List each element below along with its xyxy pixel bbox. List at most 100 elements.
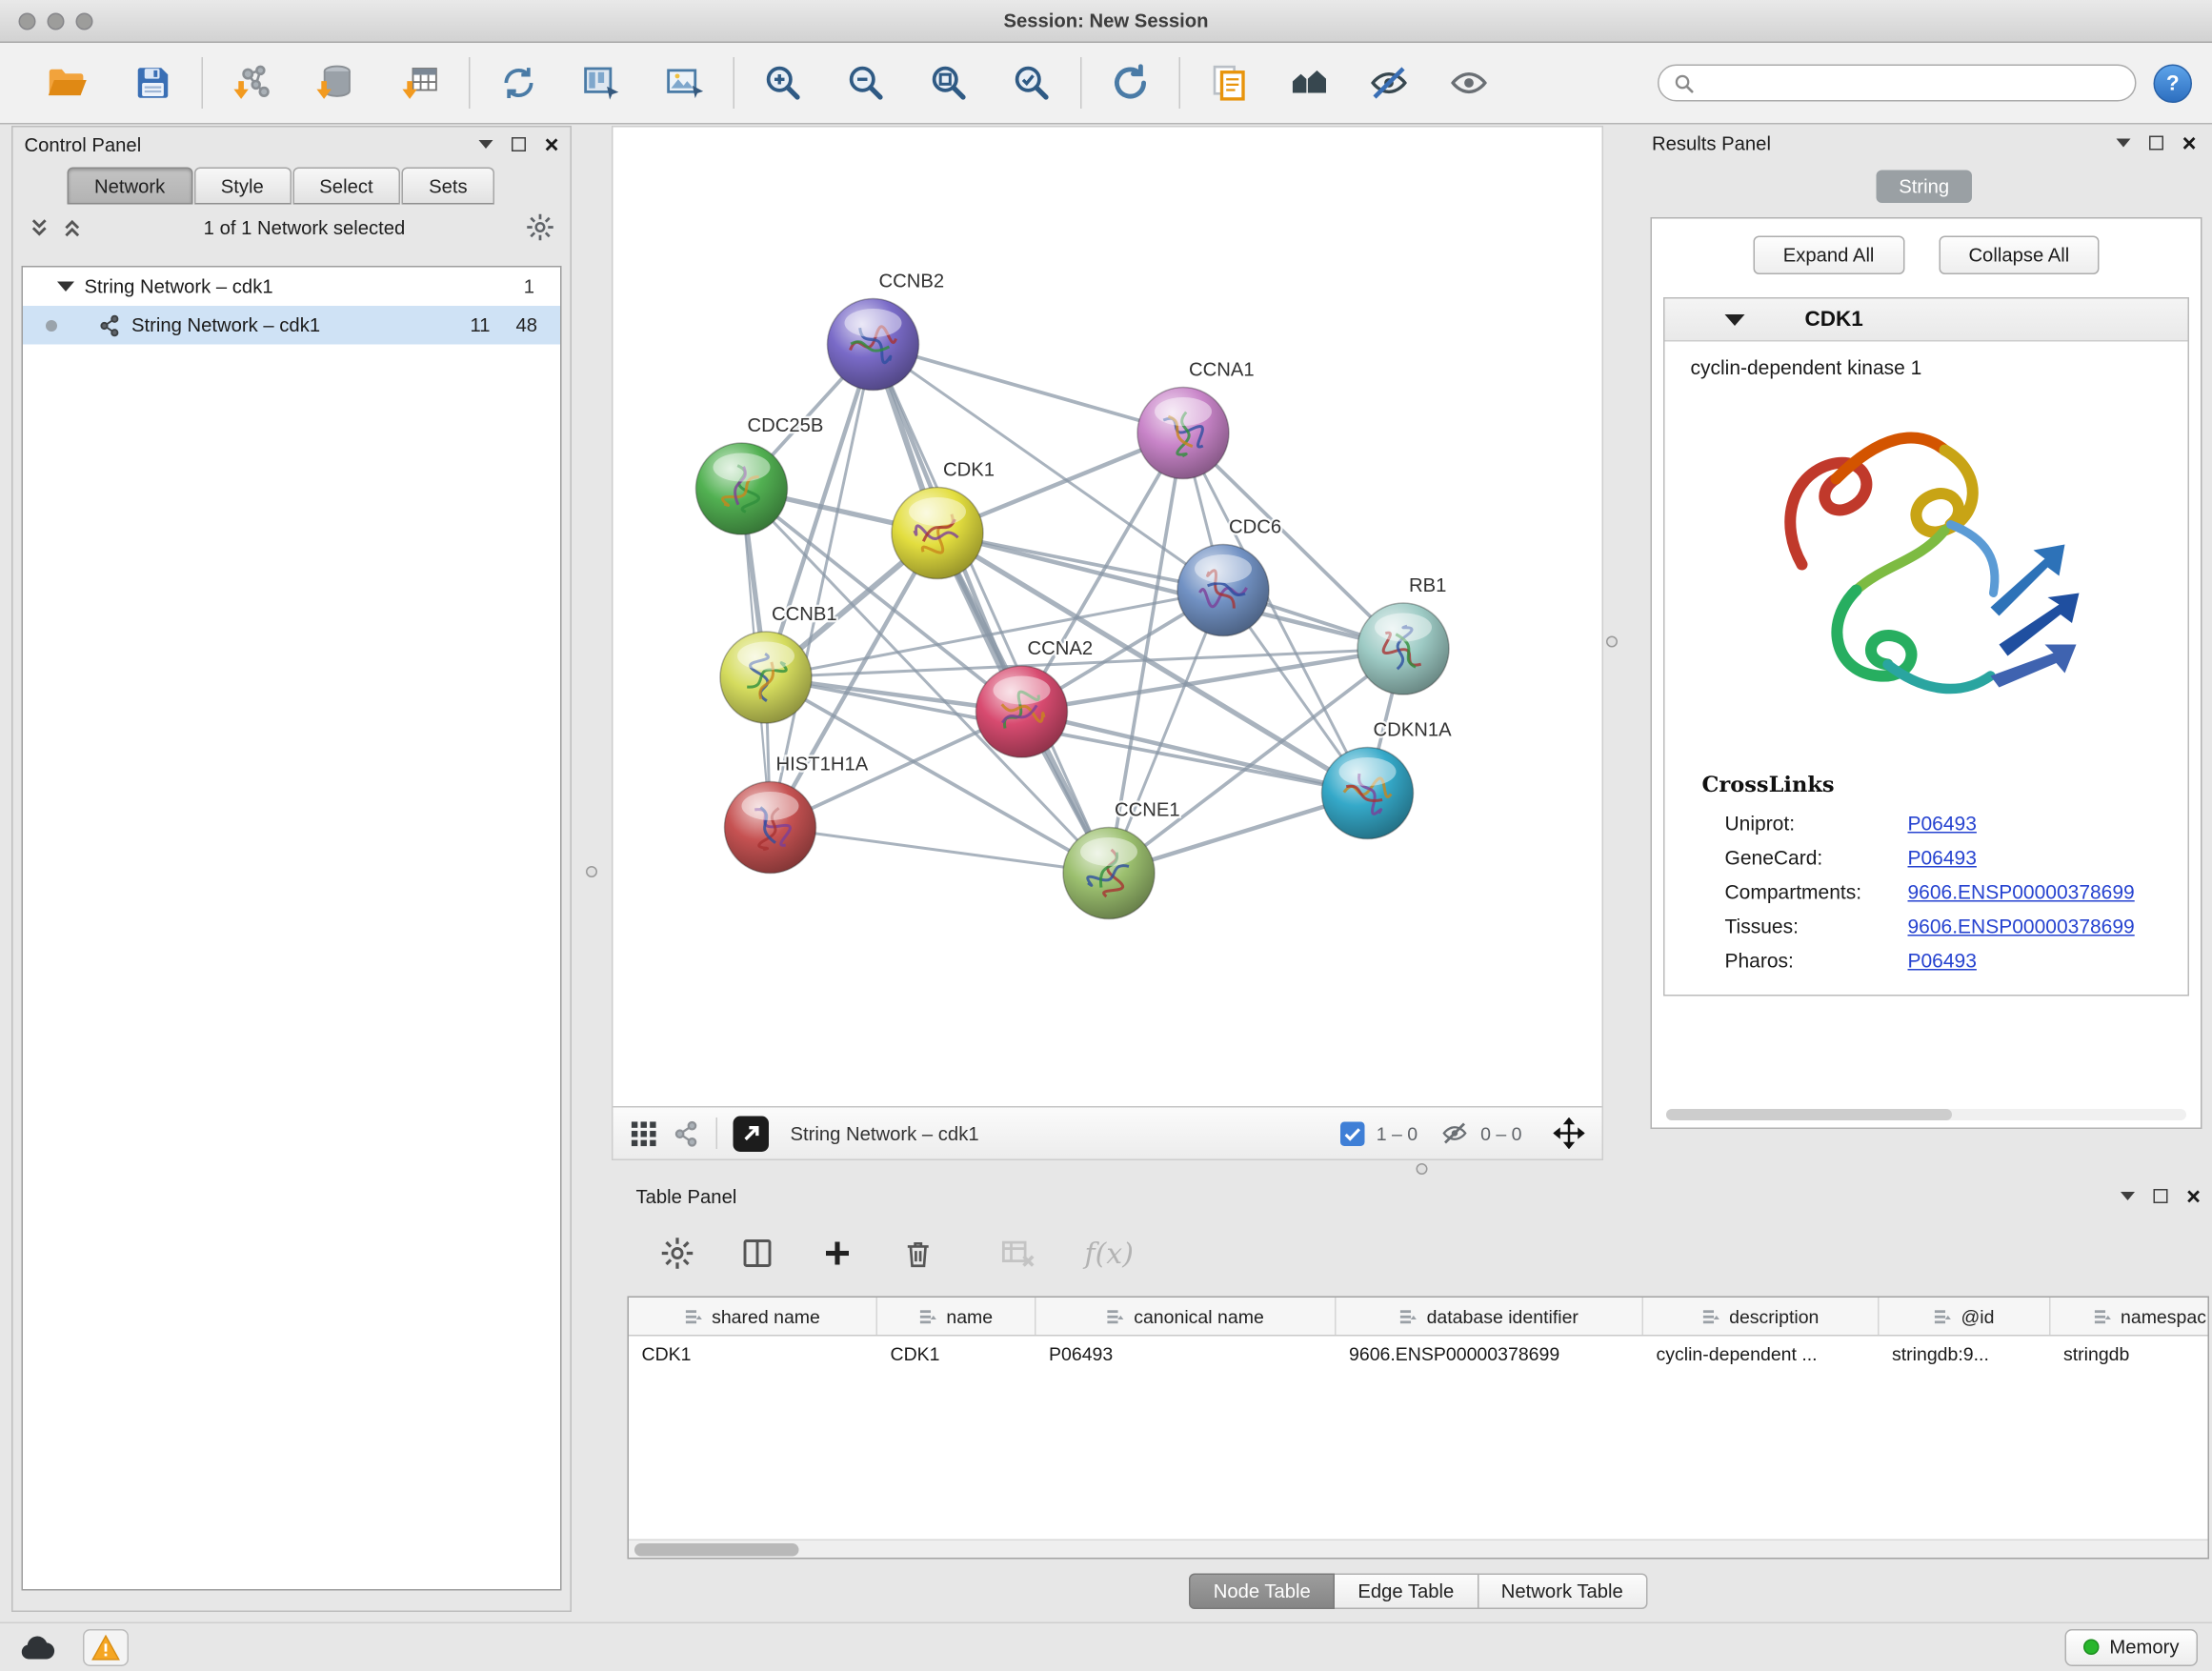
network-edge[interactable] — [874, 345, 1184, 433]
scrollbar-thumb[interactable] — [1666, 1109, 1952, 1120]
table-cell[interactable]: cyclin-dependent ... — [1643, 1337, 1880, 1374]
column-header[interactable]: database identifier — [1337, 1298, 1644, 1335]
tab-edge-table[interactable]: Edge Table — [1335, 1574, 1478, 1610]
network-collection-row[interactable]: String Network – cdk1 1 — [23, 268, 560, 307]
panel-float-icon[interactable] — [2149, 136, 2163, 151]
hidden-eye-slash-icon[interactable] — [1440, 1119, 1469, 1148]
open-session-button[interactable] — [36, 51, 99, 114]
create-column-button[interactable] — [816, 1232, 859, 1275]
right-splitter-handle[interactable] — [1606, 636, 1618, 648]
column-header[interactable]: description — [1643, 1298, 1880, 1335]
tab-node-table[interactable]: Node Table — [1189, 1574, 1335, 1610]
new-network-view-button[interactable] — [571, 51, 633, 114]
network-node[interactable] — [720, 632, 812, 723]
memory-button[interactable]: Memory — [2065, 1628, 2198, 1665]
crosslink-link[interactable]: 9606.ENSP00000378699 — [1908, 880, 2135, 903]
close-window-button[interactable] — [19, 12, 36, 30]
grid-view-icon[interactable] — [631, 1119, 658, 1147]
panel-close-icon[interactable]: × — [2186, 1184, 2201, 1209]
delete-table-button[interactable] — [996, 1232, 1039, 1275]
network-edge[interactable] — [874, 345, 1110, 874]
disclosure-triangle-icon[interactable] — [57, 282, 74, 292]
collapse-all-chevrons-icon[interactable] — [60, 215, 85, 240]
export-image-button[interactable] — [654, 51, 716, 114]
zoom-in-button[interactable] — [752, 51, 814, 114]
maximize-window-button[interactable] — [76, 12, 93, 30]
panel-close-icon[interactable]: × — [2182, 131, 2197, 155]
table-cell[interactable]: 9606.ENSP00000378699 — [1337, 1337, 1644, 1374]
show-all-button[interactable] — [1438, 51, 1500, 114]
gear-icon[interactable] — [525, 211, 556, 243]
string-tab-badge[interactable]: String — [1876, 171, 1972, 204]
table-cell[interactable]: stringdb:9... — [1880, 1337, 2051, 1374]
import-network-from-file-button[interactable] — [220, 51, 283, 114]
network-node[interactable] — [892, 488, 983, 579]
network-canvas[interactable]: CCNB2CCNA1CDC25BCDK1CDC6RB1CCNB1CCNA2CDK… — [613, 128, 1602, 1107]
open-external-icon[interactable] — [734, 1116, 770, 1152]
network-edge[interactable] — [771, 828, 1110, 874]
column-header[interactable]: @id — [1880, 1298, 2051, 1335]
panel-close-icon[interactable]: × — [545, 132, 559, 157]
crosslink-link[interactable]: P06493 — [1908, 812, 1977, 835]
network-row[interactable]: String Network – cdk1 11 48 — [23, 306, 560, 345]
expand-all-chevrons-icon[interactable] — [28, 215, 52, 240]
table-horizontal-scrollbar[interactable] — [629, 1540, 2208, 1559]
network-node[interactable] — [1063, 828, 1155, 919]
delete-column-button[interactable] — [896, 1232, 939, 1275]
search-input[interactable] — [1703, 72, 2121, 94]
pan-move-icon[interactable] — [1554, 1117, 1585, 1149]
table-cell[interactable]: stringdb — [2051, 1337, 2208, 1374]
column-header[interactable]: canonical name — [1036, 1298, 1337, 1335]
network-node[interactable] — [1177, 545, 1269, 636]
network-edge[interactable] — [1022, 712, 1368, 794]
network-node[interactable] — [976, 666, 1068, 757]
clone-network-button[interactable] — [1197, 51, 1260, 114]
hide-selected-button[interactable] — [1357, 51, 1420, 114]
selected-checkbox-icon[interactable] — [1340, 1121, 1365, 1146]
table-row[interactable]: CDK1CDK1P064939606.ENSP00000378699cyclin… — [629, 1337, 2208, 1374]
crosslink-link[interactable]: P06493 — [1908, 949, 1977, 972]
cloud-status-button[interactable] — [14, 1628, 60, 1665]
network-node[interactable] — [725, 782, 816, 874]
scrollbar-thumb[interactable] — [634, 1542, 799, 1556]
gene-section-header[interactable]: CDK1 — [1665, 299, 2188, 342]
minimize-window-button[interactable] — [48, 12, 65, 30]
table-settings-button[interactable] — [656, 1232, 699, 1275]
tab-style[interactable]: Style — [193, 168, 291, 205]
refresh-network-button[interactable] — [488, 51, 551, 114]
tab-network-table[interactable]: Network Table — [1478, 1574, 1647, 1610]
column-header[interactable]: shared name — [629, 1298, 877, 1335]
save-session-button[interactable] — [122, 51, 185, 114]
table-cell[interactable]: CDK1 — [629, 1337, 877, 1374]
collapse-all-button[interactable]: Collapse All — [1939, 236, 2100, 275]
section-disclosure-triangle-icon[interactable] — [1725, 313, 1745, 325]
zoom-fit-button[interactable] — [917, 51, 980, 114]
tab-select[interactable]: Select — [292, 168, 400, 205]
zoom-selected-button[interactable] — [1000, 51, 1063, 114]
expand-all-button[interactable]: Expand All — [1753, 236, 1904, 275]
panel-float-icon[interactable] — [512, 137, 526, 151]
panel-menu-icon[interactable] — [479, 140, 493, 149]
network-node[interactable] — [828, 299, 919, 391]
home-button[interactable] — [1277, 51, 1340, 114]
crosslink-link[interactable]: P06493 — [1908, 846, 1977, 869]
results-horizontal-scrollbar[interactable] — [1666, 1109, 2186, 1120]
network-node[interactable] — [1357, 603, 1449, 695]
function-builder-button[interactable]: f(x) — [1085, 1232, 1134, 1275]
apply-layout-button[interactable] — [1099, 51, 1162, 114]
import-table-from-file-button[interactable] — [389, 51, 452, 114]
network-share-view-icon[interactable] — [674, 1119, 701, 1147]
import-network-from-database-button[interactable] — [303, 51, 366, 114]
network-node[interactable] — [696, 443, 788, 534]
warnings-button[interactable] — [83, 1628, 129, 1665]
network-node[interactable] — [1322, 748, 1414, 839]
panel-menu-icon[interactable] — [2121, 1192, 2135, 1200]
table-cell[interactable]: CDK1 — [877, 1337, 1036, 1374]
tab-sets[interactable]: Sets — [402, 168, 495, 205]
table-cell[interactable]: P06493 — [1036, 1337, 1337, 1374]
column-header[interactable]: name — [877, 1298, 1036, 1335]
panel-float-icon[interactable] — [2154, 1189, 2168, 1203]
network-node[interactable] — [1137, 388, 1229, 479]
crosslink-link[interactable]: 9606.ENSP00000378699 — [1908, 915, 2135, 937]
column-header[interactable]: namespac — [2051, 1298, 2208, 1335]
